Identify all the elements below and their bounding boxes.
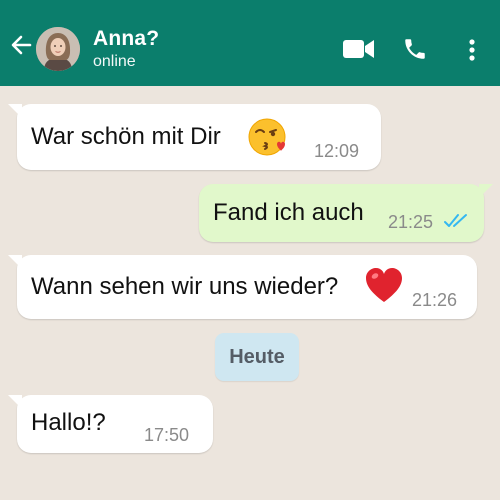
message-bubble-incoming[interactable]: Wann sehen wir uns wieder? 21:26	[8, 255, 477, 319]
bubble-tail	[479, 184, 493, 198]
date-divider: Heute	[215, 333, 299, 381]
message-time: 17:50	[144, 425, 190, 445]
face-blowing-kiss-emoji-icon	[248, 118, 286, 156]
video-camera-icon	[343, 40, 374, 58]
message-time: 21:25	[388, 212, 434, 232]
message-text: War schön mit Dir	[31, 123, 221, 150]
bubble-tail	[8, 395, 22, 409]
chat-header: Anna? online	[0, 0, 500, 86]
bubble-tail	[8, 255, 22, 269]
more-vertical-icon	[469, 39, 475, 61]
video-call-button[interactable]	[342, 36, 376, 62]
message-bubble-outgoing[interactable]: Fand ich auch 21:25	[199, 184, 493, 242]
message-text: Fand ich auch	[213, 199, 364, 226]
message-bubble-incoming[interactable]: Hallo!? 17:50	[8, 395, 213, 453]
message-text: Wann sehen wir uns wieder?	[31, 273, 339, 300]
double-check-icon	[444, 214, 467, 227]
arrow-left-icon	[11, 35, 32, 55]
message-time: 21:26	[412, 290, 458, 310]
message-bubble-incoming[interactable]: War schön mit Dir 12:09	[8, 104, 381, 170]
back-button[interactable]	[8, 32, 34, 58]
message-text: Hallo!?	[31, 409, 106, 436]
contact-name[interactable]: Anna?	[93, 27, 159, 51]
bubble-tail	[8, 104, 22, 118]
red-heart-emoji-icon	[366, 268, 402, 302]
contact-photo	[36, 27, 80, 71]
contact-status: online	[93, 53, 136, 70]
voice-call-button[interactable]	[400, 34, 430, 64]
more-options-button[interactable]	[462, 35, 482, 65]
message-time: 12:09	[314, 141, 360, 161]
avatar[interactable]	[36, 27, 80, 71]
phone-icon	[405, 39, 425, 59]
